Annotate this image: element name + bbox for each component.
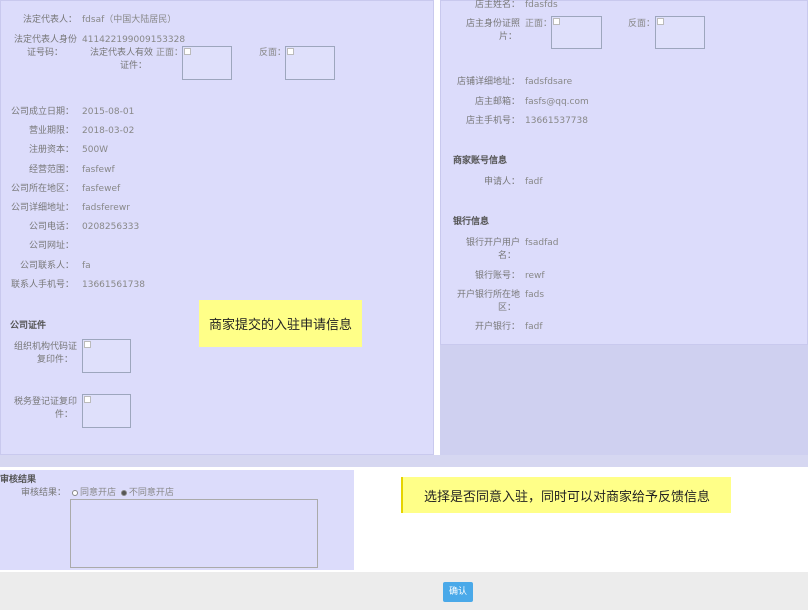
owner-name-label: 店主姓名： bbox=[474, 0, 520, 10]
confirm-button[interactable]: 确认 bbox=[443, 582, 473, 602]
field-label: 店铺详细地址： bbox=[456, 77, 520, 87]
org-code-label-line1: 组织机构代码证 bbox=[13, 342, 77, 352]
field-value: fasfewf bbox=[82, 164, 115, 175]
account-section-title: 商家账号信息 bbox=[453, 156, 508, 166]
applicant-value: fadf bbox=[525, 177, 543, 187]
field-value: 500W bbox=[82, 145, 109, 156]
field-label: 公司电话： bbox=[28, 222, 74, 233]
disagree-radio[interactable] bbox=[120, 489, 127, 496]
field-value: 0208256333 bbox=[82, 222, 140, 233]
broken-image-icon bbox=[184, 48, 191, 55]
field-value: 13661537738 bbox=[525, 116, 588, 126]
field-label: 公司所在地区： bbox=[10, 183, 74, 194]
review-hint-note: 选择是否同意入驻，同时可以对商家给予反馈信息 bbox=[401, 477, 731, 513]
field-label: 公司详细地址： bbox=[10, 203, 74, 213]
bank-region-label: 开户银行所在地 区： bbox=[441, 289, 520, 315]
broken-image-icon bbox=[84, 341, 91, 348]
bank-region-label-line1: 开户银行所在地 bbox=[456, 290, 520, 300]
field-label: 店主邮箱： bbox=[474, 96, 520, 107]
bank-name-label: 开户银行： bbox=[474, 322, 520, 332]
merchant-info-note: 商家提交的入驻申请信息 bbox=[199, 300, 362, 347]
field-value: fadsferewr bbox=[82, 203, 130, 213]
review-feedback-textarea[interactable] bbox=[70, 499, 318, 568]
company-cert-section-title: 公司证件 bbox=[10, 321, 47, 331]
review-result-label: 审核结果： bbox=[20, 488, 66, 498]
legal-rep-front-label: 正面： bbox=[156, 48, 184, 58]
owner-id-back-image bbox=[655, 16, 705, 49]
legal-rep-id-label-line1: 法定代表人身份 bbox=[13, 35, 77, 45]
bank-user-label-line1: 银行开户用户 bbox=[465, 238, 520, 248]
tax-cert-image bbox=[82, 394, 131, 428]
bank-name-value: fadf bbox=[525, 322, 543, 332]
merchant-owner-info-panel: 店主姓名： fdasfds 店主身份证照 片： 正面： 反面： 店铺详细地址： f… bbox=[440, 0, 808, 345]
agree-radio[interactable] bbox=[72, 489, 78, 496]
legal-rep-id-label: 法定代表人身份 证号码： bbox=[1, 34, 77, 60]
right-column-background bbox=[440, 345, 808, 462]
field-label: 公司网址： bbox=[28, 241, 74, 252]
legal-rep-photo-label-line2: 证件： bbox=[119, 61, 147, 71]
bank-user-value: fsadfad bbox=[525, 238, 559, 248]
field-value: fasfewef bbox=[82, 183, 121, 194]
owner-id-back-label: 反面： bbox=[628, 19, 656, 29]
legal-rep-id-label-line2: 证号码： bbox=[26, 48, 63, 58]
owner-id-photo-label-line2: 片： bbox=[498, 32, 517, 42]
broken-image-icon bbox=[84, 396, 91, 403]
merchant-company-info-panel: 法定代表人： fdsaf（中国大陆居民） 法定代表人身份 证号码： 411422… bbox=[0, 0, 434, 455]
review-section-title: 审核结果 bbox=[0, 475, 37, 485]
bank-account-label: 银行账号： bbox=[474, 271, 520, 281]
owner-id-photo-label-line1: 店主身份证照 bbox=[465, 19, 520, 29]
field-label: 联系人手机号： bbox=[10, 279, 74, 290]
tax-cert-label-line1: 税务登记证复印 bbox=[13, 397, 77, 407]
org-code-image bbox=[82, 339, 131, 373]
owner-id-photo-label: 店主身份证照 片： bbox=[441, 18, 520, 44]
bank-account-value: rewf bbox=[525, 271, 545, 281]
legal-rep-id-value: 411422199009153328 bbox=[82, 35, 186, 45]
legal-rep-value: fdsaf（中国大陆居民） bbox=[82, 15, 177, 25]
field-label: 注册资本： bbox=[28, 145, 74, 156]
owner-id-front-image bbox=[551, 16, 602, 49]
agree-label[interactable]: 同意开店 bbox=[80, 488, 116, 498]
legal-rep-back-label: 反面： bbox=[259, 48, 287, 58]
tax-cert-label-line2: 件： bbox=[54, 410, 73, 420]
field-label: 经营范围： bbox=[28, 164, 74, 175]
bank-region-label-line2: 区： bbox=[497, 303, 516, 313]
legal-rep-id-front-image bbox=[182, 46, 232, 80]
field-label: 公司成立日期： bbox=[10, 107, 74, 117]
field-value: fadsfdsare bbox=[525, 77, 573, 87]
legal-rep-photo-label-line1: 法定代表人有效 bbox=[89, 48, 153, 58]
legal-rep-photo-label: 法定代表人有效 证件： bbox=[81, 47, 153, 73]
broken-image-icon bbox=[657, 18, 664, 25]
owner-id-front-label: 正面： bbox=[525, 19, 553, 29]
field-label: 营业期限： bbox=[28, 126, 74, 137]
legal-rep-id-back-image bbox=[285, 46, 335, 80]
tax-cert-label: 税务登记证复印 件： bbox=[1, 396, 77, 422]
field-value: 2018-03-02 bbox=[82, 126, 135, 137]
org-code-label-line2: 复印件： bbox=[36, 355, 73, 365]
bottom-action-bar bbox=[0, 572, 808, 610]
field-label: 店主手机号： bbox=[465, 116, 520, 126]
bank-region-value: fads bbox=[525, 290, 545, 300]
bank-user-label-line2: 名： bbox=[497, 251, 516, 261]
bank-user-label: 银行开户用户 名： bbox=[441, 237, 520, 263]
broken-image-icon bbox=[553, 18, 560, 25]
content-bottom-strip bbox=[0, 455, 808, 467]
bank-section-title: 银行信息 bbox=[453, 217, 490, 227]
field-label: 公司联系人： bbox=[19, 260, 74, 271]
review-panel: 审核结果 审核结果： 同意开店 不同意开店 bbox=[0, 470, 354, 570]
field-value: fasfs@qq.com bbox=[525, 96, 589, 107]
broken-image-icon bbox=[287, 48, 294, 55]
field-value: fa bbox=[82, 260, 91, 271]
legal-rep-label: 法定代表人： bbox=[22, 15, 77, 25]
field-value: 2015-08-01 bbox=[82, 107, 135, 117]
disagree-label[interactable]: 不同意开店 bbox=[129, 488, 174, 498]
field-value: 13661561738 bbox=[82, 279, 145, 290]
applicant-label: 申请人： bbox=[483, 177, 520, 187]
owner-name-value: fdasfds bbox=[525, 0, 558, 10]
org-code-label: 组织机构代码证 复印件： bbox=[1, 341, 77, 367]
